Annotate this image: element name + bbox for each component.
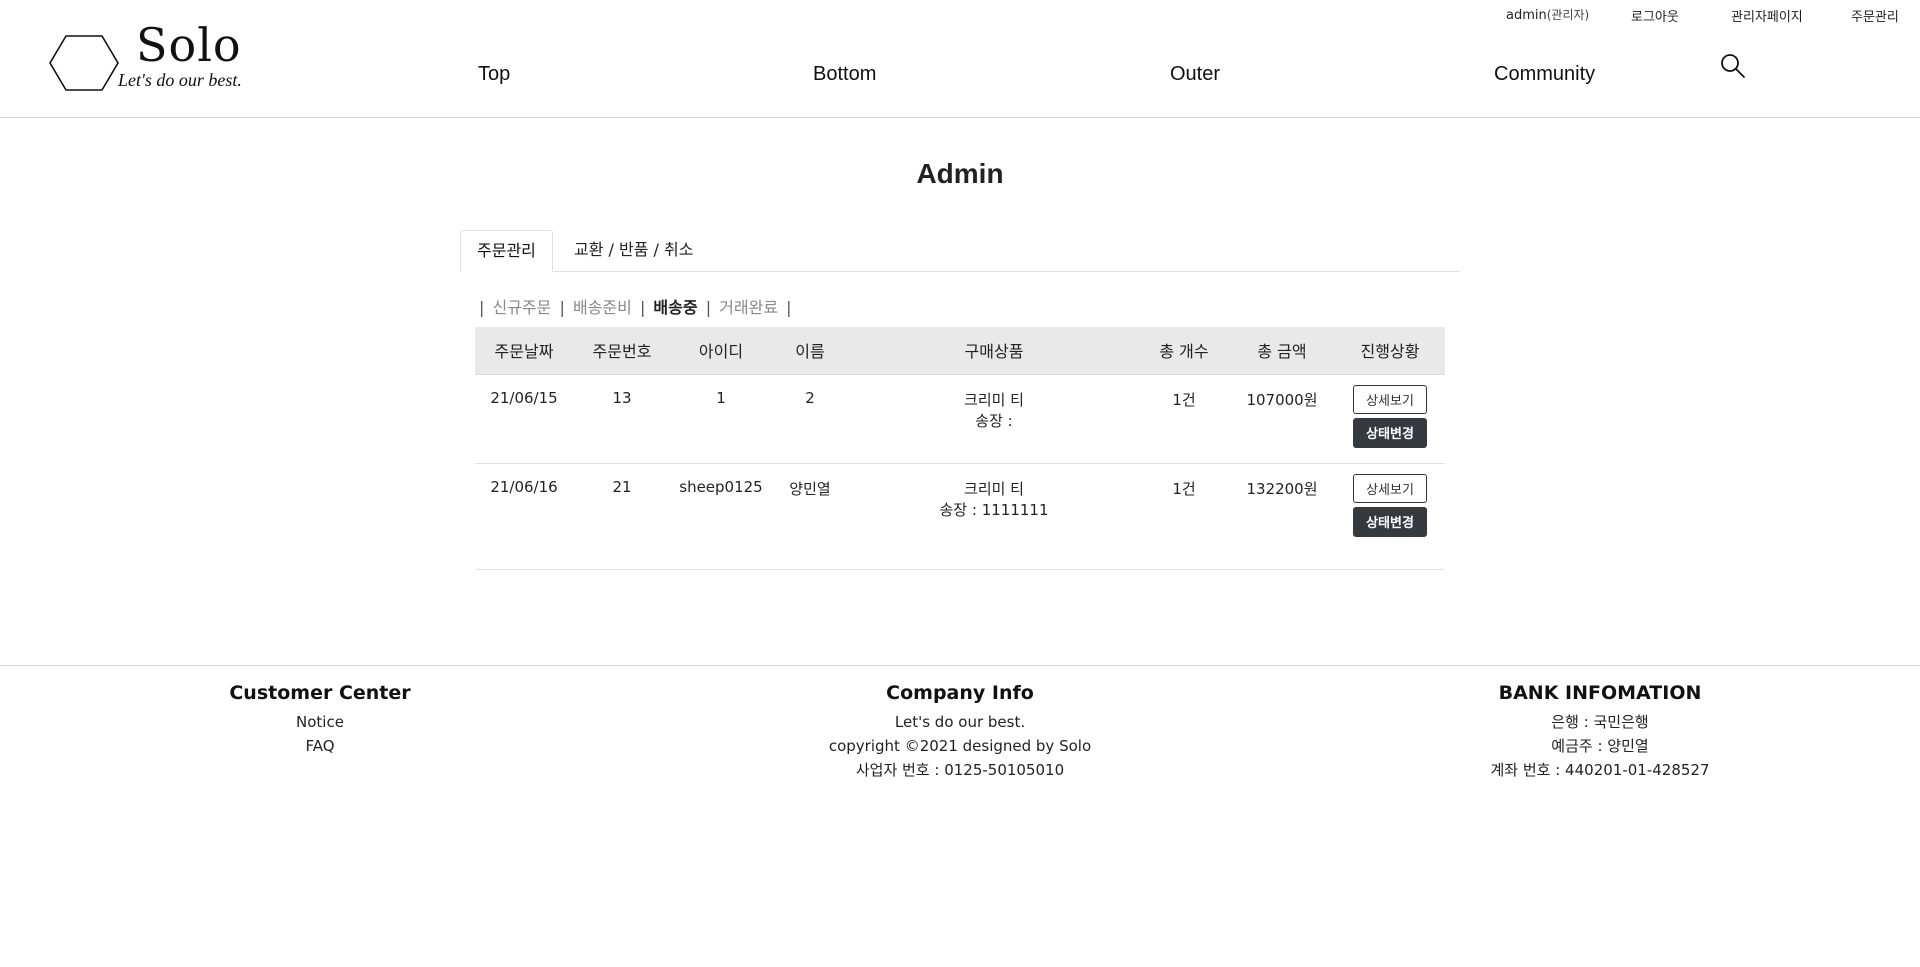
- cell-order-no: 21: [573, 463, 671, 570]
- column-header-amount: 총 금액: [1229, 327, 1335, 375]
- footer-bank-title: BANK INFOMATION: [1498, 682, 1702, 704]
- column-header-product: 구매상품: [849, 327, 1139, 375]
- cell-date: 21/06/16: [475, 463, 573, 570]
- footer-copyright: copyright ©2021 designed by Solo: [828, 737, 1092, 755]
- status-filter-bar: | 신규주문 | 배송준비 | 배송중 | 거래완료 |: [479, 298, 792, 317]
- admin-tabs: 주문관리 교환 / 반품 / 취소: [460, 230, 1460, 272]
- cell-date: 21/06/15: [475, 374, 573, 464]
- product-name: 크리미 티: [964, 479, 1024, 498]
- tab-exchange-return-cancel[interactable]: 교환 / 반품 / 취소: [558, 230, 709, 272]
- footer-bank-name: 은행 : 국민은행: [1551, 713, 1649, 731]
- footer-customer-center: Customer Center Notice FAQ: [120, 682, 520, 758]
- column-header-status: 진행상황: [1335, 327, 1445, 375]
- footer-business-number: 사업자 번호 : 0125-50105010: [855, 761, 1065, 779]
- filter-new-order[interactable]: 신규주문: [492, 298, 551, 317]
- logo-title: Solo: [136, 18, 242, 72]
- cell-user-id: sheep0125: [671, 463, 771, 570]
- hexagon-logo-icon: [49, 35, 119, 91]
- table-row: 21/06/16 21 sheep0125 양민열 크리미 티 송장 : 111…: [475, 463, 1445, 570]
- column-header-name: 이름: [771, 327, 849, 375]
- cell-actions: 상세보기 상태변경: [1335, 374, 1445, 464]
- footer-company-slogan: Let's do our best.: [894, 713, 1026, 731]
- table-row: 21/06/15 13 1 2 크리미 티 송장 : 1건 107000원 상세…: [475, 374, 1445, 464]
- site-logo[interactable]: Solo Let's do our best.: [48, 18, 298, 92]
- footer-account-number: 계좌 번호 : 440201-01-428527: [1490, 761, 1710, 779]
- user-account-label: admin(관리자): [1506, 6, 1589, 23]
- orders-table: 주문날짜 주문번호 아이디 이름 구매상품 총 개수 총 금액 진행상황 21/…: [475, 327, 1445, 570]
- cell-amount: 107000원: [1229, 374, 1335, 464]
- column-header-date: 주문날짜: [475, 327, 573, 375]
- page-title: Admin: [916, 158, 1004, 189]
- product-name: 크리미 티: [964, 390, 1024, 409]
- invoice-text: 송장 : 1111111: [939, 500, 1049, 519]
- column-header-user-id: 아이디: [671, 327, 771, 375]
- cell-amount: 132200원: [1229, 463, 1335, 570]
- logo-tagline: Let's do our best.: [118, 70, 242, 90]
- tab-order-manage[interactable]: 주문관리: [460, 230, 553, 272]
- table-header-row: 주문날짜 주문번호 아이디 이름 구매상품 총 개수 총 금액 진행상황: [475, 327, 1445, 375]
- footer-customer-title: Customer Center: [229, 682, 411, 704]
- search-button[interactable]: [1720, 53, 1746, 79]
- cell-order-no: 13: [573, 374, 671, 464]
- user-role: (관리자): [1546, 8, 1590, 22]
- cell-name: 양민열: [771, 463, 849, 570]
- cell-product: 크리미 티 송장 :: [849, 374, 1139, 464]
- cell-count: 1건: [1139, 463, 1229, 570]
- search-icon: [1721, 54, 1745, 78]
- cell-count: 1건: [1139, 374, 1229, 464]
- footer-company-title: Company Info: [886, 682, 1034, 704]
- detail-button[interactable]: 상세보기: [1353, 473, 1427, 503]
- footer-bank-info: BANK INFOMATION 은행 : 국민은행 예금주 : 양민열 계좌 번…: [1400, 682, 1800, 782]
- column-header-order-no: 주문번호: [573, 327, 671, 375]
- nav-item-outer[interactable]: Outer: [1170, 63, 1220, 86]
- footer-account-holder: 예금주 : 양민열: [1551, 737, 1649, 755]
- admin-page-link[interactable]: 관리자페이지: [1731, 6, 1803, 25]
- logout-link[interactable]: 로그아웃: [1631, 6, 1679, 25]
- nav-item-top[interactable]: Top: [478, 63, 510, 86]
- order-manage-link[interactable]: 주문관리: [1851, 6, 1899, 25]
- nav-item-community[interactable]: Community: [1494, 63, 1595, 86]
- footer-divider: [0, 665, 1920, 666]
- header-divider: [0, 117, 1920, 118]
- cell-product: 크리미 티 송장 : 1111111: [849, 463, 1139, 570]
- cell-user-id: 1: [671, 374, 771, 464]
- filter-shipping[interactable]: 배송중: [653, 298, 697, 317]
- filter-completed[interactable]: 거래완료: [719, 298, 778, 317]
- nav-item-bottom[interactable]: Bottom: [813, 63, 876, 86]
- filter-preparing[interactable]: 배송준비: [573, 298, 632, 317]
- change-status-button[interactable]: 상태변경: [1353, 417, 1427, 448]
- user-name: admin: [1506, 8, 1547, 23]
- change-status-button[interactable]: 상태변경: [1353, 506, 1427, 537]
- footer-company-info: Company Info Let's do our best. copyrigh…: [760, 682, 1160, 782]
- cell-name: 2: [771, 374, 849, 464]
- footer-faq-link[interactable]: FAQ: [120, 734, 520, 758]
- footer-notice-link[interactable]: Notice: [120, 710, 520, 734]
- detail-button[interactable]: 상세보기: [1353, 384, 1427, 414]
- cell-actions: 상세보기 상태변경: [1335, 463, 1445, 570]
- column-header-count: 총 개수: [1139, 327, 1229, 375]
- invoice-text: 송장 :: [975, 411, 1013, 430]
